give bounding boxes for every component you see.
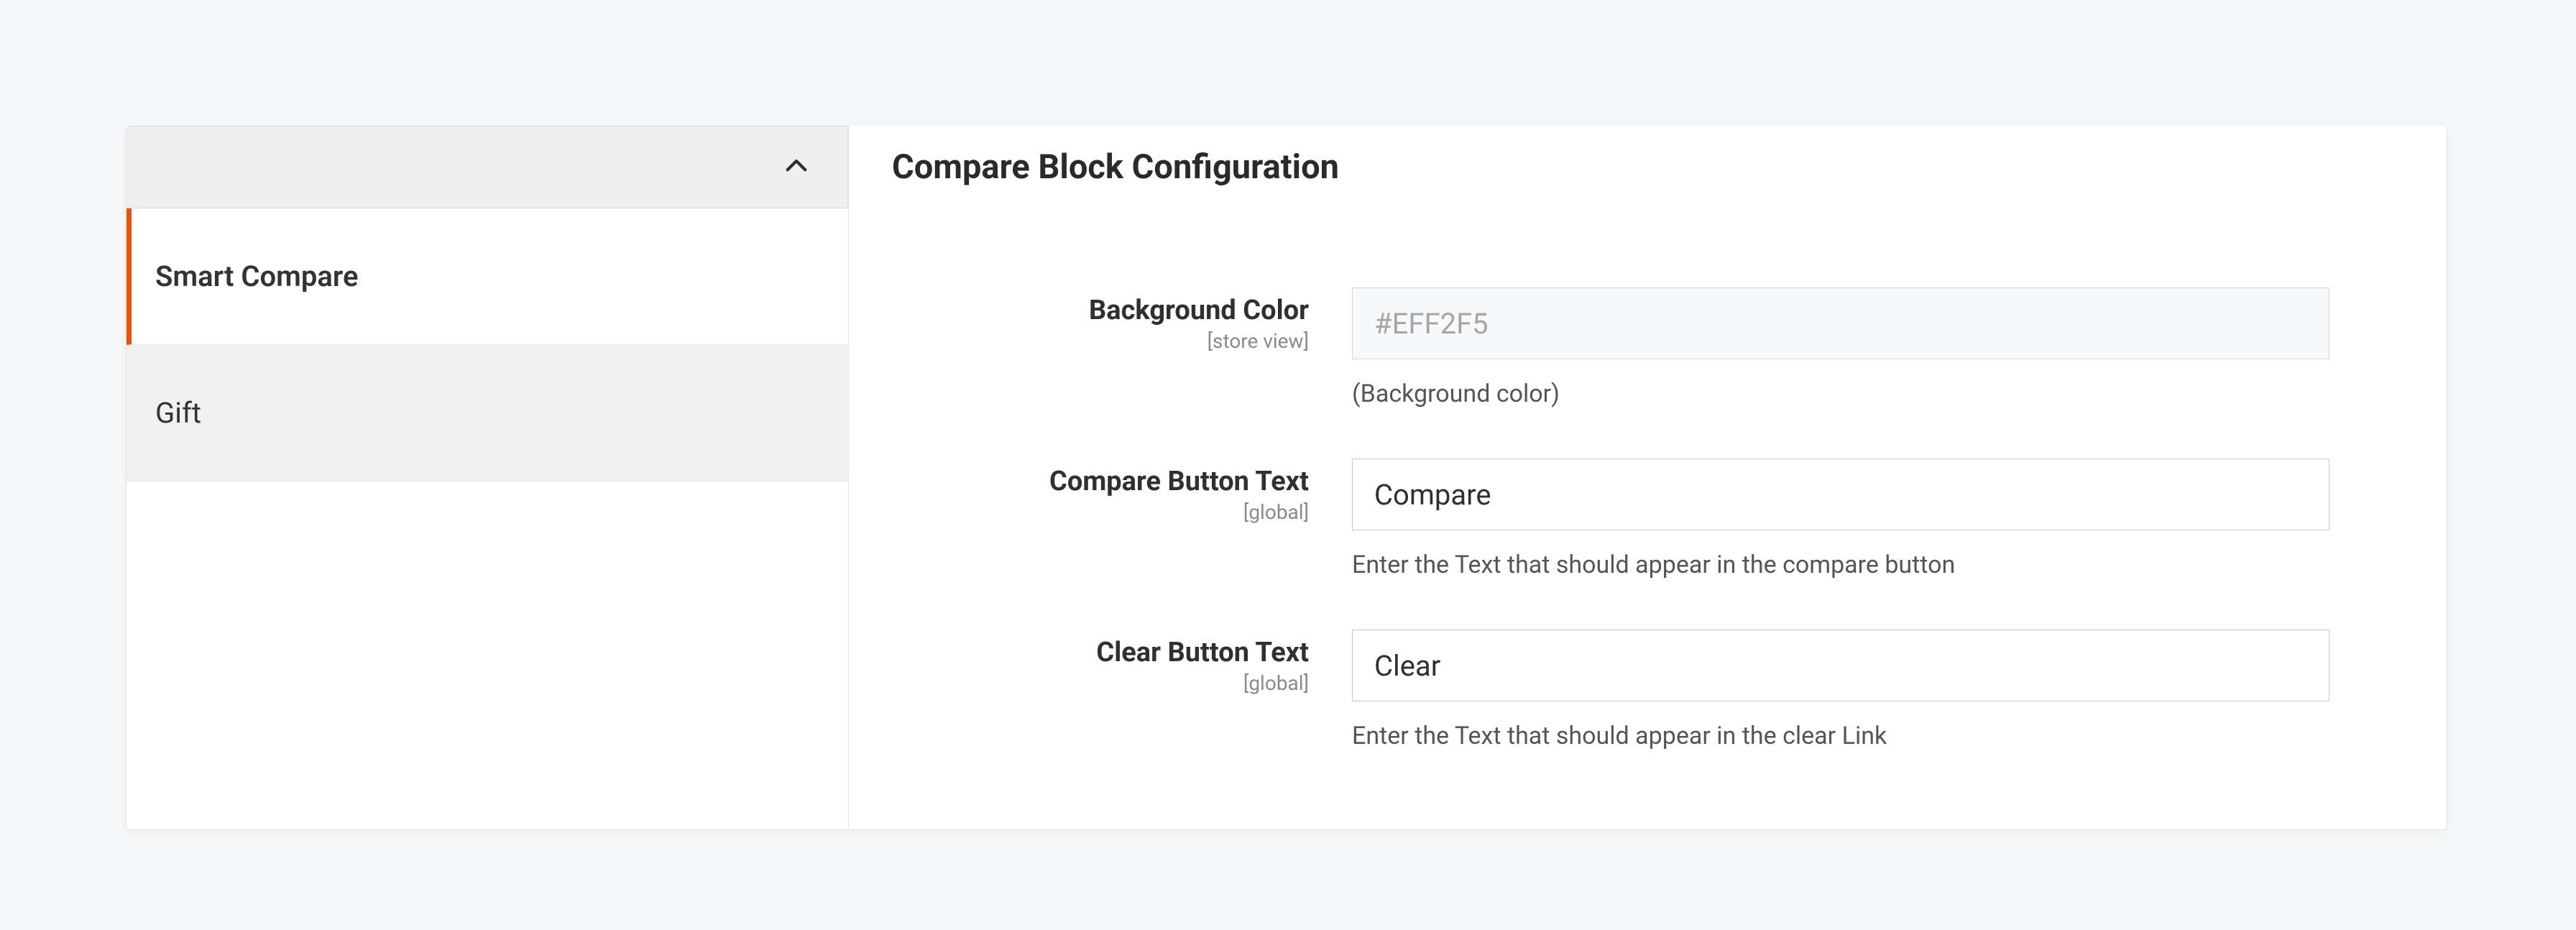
field-scope: [global] xyxy=(892,500,1309,524)
compare-button-text-input[interactable] xyxy=(1352,459,2329,530)
main-content: Compare Block Configuration Background C… xyxy=(849,126,2447,829)
field-label-col: Clear Button Text [global] xyxy=(892,630,1352,695)
config-panel: Smart Compare Gift Compare Block Configu… xyxy=(126,126,2447,830)
sidebar-collapse-button[interactable] xyxy=(126,126,848,208)
field-label: Clear Button Text xyxy=(1096,637,1309,668)
page-title: Compare Block Configuration xyxy=(892,147,2404,187)
field-input-col: Enter the Text that should appear in the… xyxy=(1352,459,2404,579)
field-helper: Enter the Text that should appear in the… xyxy=(1352,551,2375,579)
app-canvas: Smart Compare Gift Compare Block Configu… xyxy=(0,0,2576,930)
background-color-input[interactable] xyxy=(1352,287,2329,359)
sidebar: Smart Compare Gift xyxy=(126,126,849,829)
field-scope: [store view] xyxy=(892,329,1309,353)
field-label-col: Background Color [store view] xyxy=(892,287,1352,353)
field-label: Compare Button Text xyxy=(1049,466,1309,497)
clear-button-text-input[interactable] xyxy=(1352,630,2329,701)
sidebar-item-smart-compare[interactable]: Smart Compare xyxy=(126,208,848,345)
field-scope: [global] xyxy=(892,671,1309,695)
chevron-up-icon xyxy=(781,151,811,184)
sidebar-item-label: Smart Compare xyxy=(155,259,358,293)
field-helper: (Background color) xyxy=(1352,379,2375,408)
sidebar-item-gift[interactable]: Gift xyxy=(126,345,848,482)
field-label-col: Compare Button Text [global] xyxy=(892,459,1352,524)
sidebar-item-label: Gift xyxy=(155,396,201,430)
field-input-col: (Background color) xyxy=(1352,287,2404,408)
field-input-col: Enter the Text that should appear in the… xyxy=(1352,630,2404,750)
sidebar-spacer xyxy=(126,482,848,829)
field-label: Background Color xyxy=(1089,295,1309,326)
field-row-background-color: Background Color [store view] (Backgroun… xyxy=(892,287,2404,408)
field-row-compare-button-text: Compare Button Text [global] Enter the T… xyxy=(892,459,2404,579)
field-helper: Enter the Text that should appear in the… xyxy=(1352,722,2375,750)
field-row-clear-button-text: Clear Button Text [global] Enter the Tex… xyxy=(892,630,2404,750)
